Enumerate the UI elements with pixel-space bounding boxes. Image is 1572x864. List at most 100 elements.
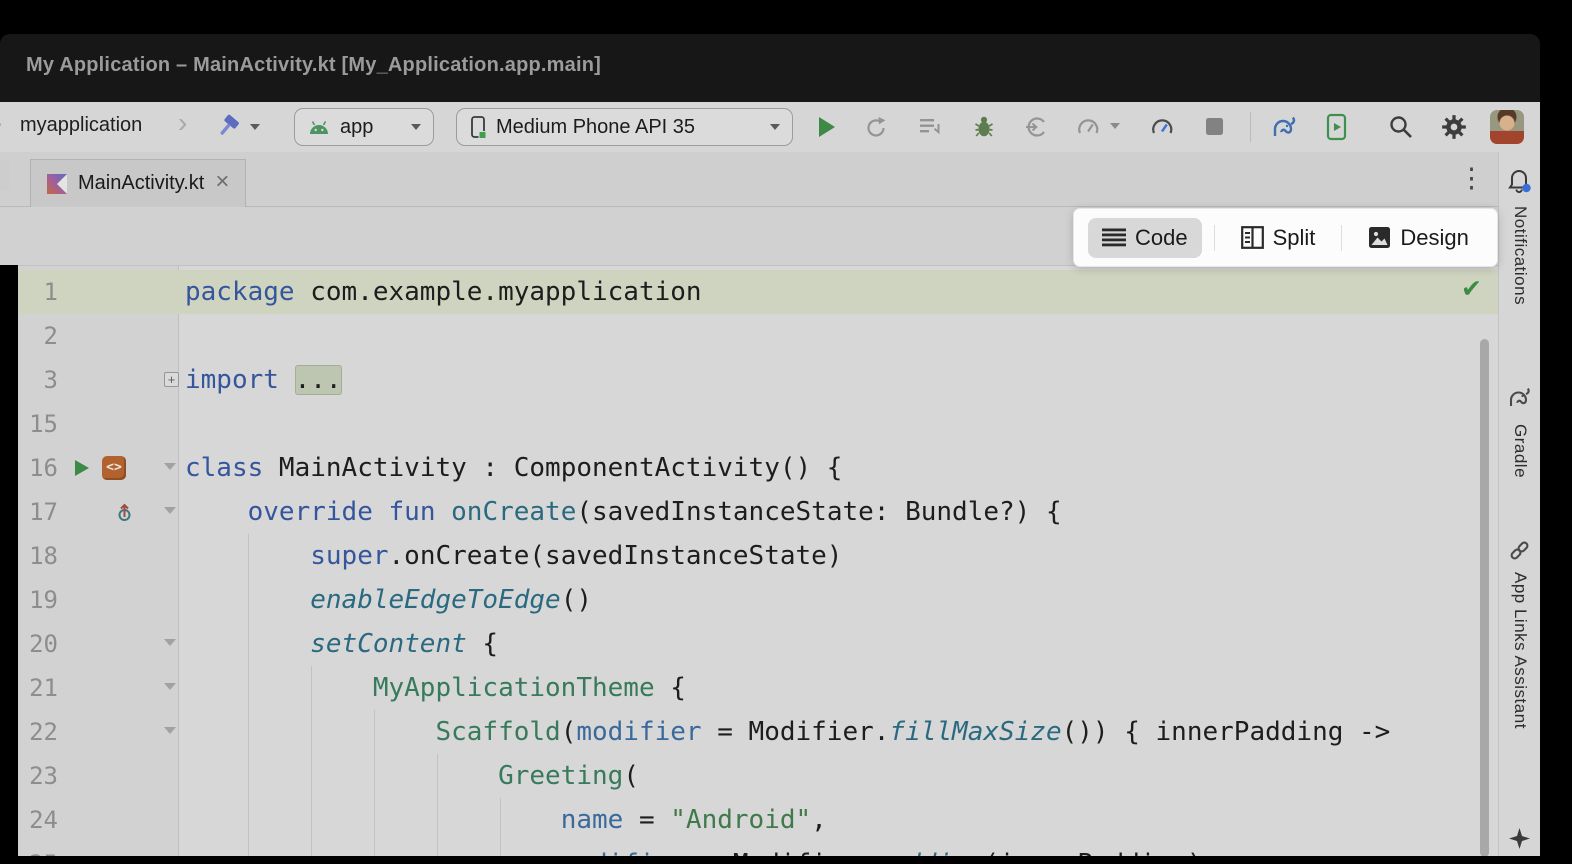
search-button[interactable] <box>1388 114 1414 140</box>
window-titlebar: My Application – MainActivity.kt [My_App… <box>0 34 1540 102</box>
profile-low-overhead-button[interactable] <box>1150 115 1174 139</box>
stop-icon <box>1206 118 1223 135</box>
attach-debugger-button[interactable] <box>1024 115 1048 139</box>
gutter[interactable]: 20 <box>18 622 178 666</box>
gradle-sync-button[interactable] <box>1268 114 1298 140</box>
profiler-gauge-icon <box>1076 115 1100 139</box>
chevron-down-icon[interactable] <box>1110 123 1120 129</box>
phone-icon <box>469 115 487 140</box>
running-devices-button[interactable] <box>1326 113 1348 141</box>
code-text[interactable]: MyApplicationTheme { <box>178 666 1498 710</box>
code-text[interactable]: import ... <box>178 358 1498 402</box>
line-number: 3 <box>18 358 58 402</box>
gutter[interactable]: 21 <box>18 666 178 710</box>
code-text[interactable]: modifier = Modifier.padding(innerPadding… <box>178 842 1498 856</box>
code-text[interactable]: class MainActivity : ComponentActivity()… <box>178 446 1498 490</box>
gradle-sync-icon <box>1268 114 1298 140</box>
kotlin-file-icon <box>47 174 67 194</box>
chevron-down-icon[interactable] <box>250 124 260 130</box>
close-icon[interactable] <box>215 172 229 195</box>
gutter[interactable]: 17 <box>18 490 178 534</box>
code-text[interactable]: package com.example.myapplication <box>178 270 1498 314</box>
code-text[interactable] <box>178 314 1498 358</box>
code-line: 25 modifier = Modifier.padding(innerPadd… <box>18 842 1498 856</box>
android-icon <box>307 119 331 135</box>
run-config-select[interactable]: app <box>294 108 434 146</box>
code-line: 1package com.example.myapplication <box>18 270 1498 314</box>
profiler-button[interactable] <box>1076 115 1100 139</box>
gutter[interactable]: 2 <box>18 314 178 358</box>
stop-button[interactable] <box>1206 118 1223 135</box>
gutter[interactable]: 15 <box>18 402 178 446</box>
code-view-icon <box>1102 228 1126 247</box>
project-selector[interactable]: myapplication <box>20 114 142 137</box>
code-editor[interactable]: 1package com.example.myapplication23impo… <box>18 265 1498 856</box>
code-changes-icon <box>918 115 942 139</box>
fold-icon[interactable] <box>164 463 176 470</box>
code-lines: 1package com.example.myapplication23impo… <box>18 270 1498 856</box>
gemini-button[interactable] <box>1499 828 1540 849</box>
toolbar-separator <box>1250 112 1251 142</box>
fold-icon[interactable] <box>164 639 176 646</box>
main-toolbar: myapplication app <box>0 102 1540 153</box>
code-text[interactable]: override fun onCreate(savedInstanceState… <box>178 490 1498 534</box>
gutter[interactable]: 3 <box>18 358 178 402</box>
profiler-restart-icon <box>1150 115 1174 139</box>
link-icon <box>1507 538 1532 563</box>
user-avatar[interactable] <box>1490 110 1524 144</box>
app-links-assistant-label[interactable]: App Links Assistant <box>1510 572 1530 729</box>
code-text[interactable]: Greeting( <box>178 754 1498 798</box>
code-text[interactable]: super.onCreate(savedInstanceState) <box>178 534 1498 578</box>
code-text[interactable]: setContent { <box>178 622 1498 666</box>
view-mode-separator <box>1341 225 1342 251</box>
device-select[interactable]: Medium Phone API 35 <box>456 108 793 146</box>
run-gutter-icon[interactable] <box>74 459 90 477</box>
gutter[interactable]: 25 <box>18 842 178 856</box>
view-mode-code-button[interactable]: Code <box>1088 218 1202 258</box>
code-text[interactable]: name = "Android", <box>178 798 1498 842</box>
tab-mainactivity[interactable]: MainActivity.kt <box>30 159 246 207</box>
fold-icon[interactable] <box>164 727 176 734</box>
run-button[interactable] <box>818 116 836 138</box>
notifications-label[interactable]: Notifications <box>1510 206 1530 305</box>
unfold-icon[interactable] <box>164 372 179 387</box>
inspections-ok-icon[interactable] <box>1461 274 1482 304</box>
editor-view-mode-switch: Code Split Design <box>1074 209 1497 266</box>
app-links-assistant-button[interactable] <box>1499 538 1540 563</box>
line-number: 19 <box>18 578 58 622</box>
gradle-button[interactable] <box>1499 386 1540 409</box>
code-text[interactable] <box>178 402 1498 446</box>
gutter[interactable]: 18 <box>18 534 178 578</box>
view-mode-design-button[interactable]: Design <box>1354 218 1482 258</box>
fold-icon[interactable] <box>164 683 176 690</box>
view-mode-separator <box>1214 225 1215 251</box>
gutter[interactable]: 24 <box>18 798 178 842</box>
settings-button[interactable] <box>1440 113 1468 141</box>
device-label: Medium Phone API 35 <box>496 116 695 139</box>
apply-code-changes-button[interactable] <box>918 115 942 139</box>
line-number: 16 <box>18 446 58 490</box>
gutter[interactable]: 22 <box>18 710 178 754</box>
vertical-scrollbar[interactable] <box>1480 339 1489 856</box>
running-devices-icon <box>1326 113 1348 141</box>
gradle-label[interactable]: Gradle <box>1510 424 1530 478</box>
fold-icon[interactable] <box>164 507 176 514</box>
notifications-button[interactable] <box>1499 168 1540 195</box>
gutter[interactable]: 1 <box>18 270 178 314</box>
gutter[interactable]: 16 <box>18 446 178 490</box>
apply-changes-restart-button[interactable] <box>864 115 888 139</box>
gutter[interactable]: 19 <box>18 578 178 622</box>
code-text[interactable]: Scaffold(modifier = Modifier.fillMaxSize… <box>178 710 1498 754</box>
code-text[interactable]: enableEdgeToEdge() <box>178 578 1498 622</box>
right-tool-stripe: Notifications Gradle App Links Assistant <box>1498 152 1540 856</box>
view-mode-split-button[interactable]: Split <box>1227 218 1330 258</box>
debug-button[interactable] <box>972 114 996 140</box>
build-button[interactable] <box>214 112 242 140</box>
compose-preview-icon[interactable] <box>102 456 126 480</box>
line-number: 23 <box>18 754 58 798</box>
tab-title: MainActivity.kt <box>78 172 204 195</box>
bell-icon <box>1507 168 1532 195</box>
gutter[interactable]: 23 <box>18 754 178 798</box>
more-options-icon[interactable] <box>1458 164 1485 192</box>
override-method-icon[interactable] <box>116 502 133 522</box>
